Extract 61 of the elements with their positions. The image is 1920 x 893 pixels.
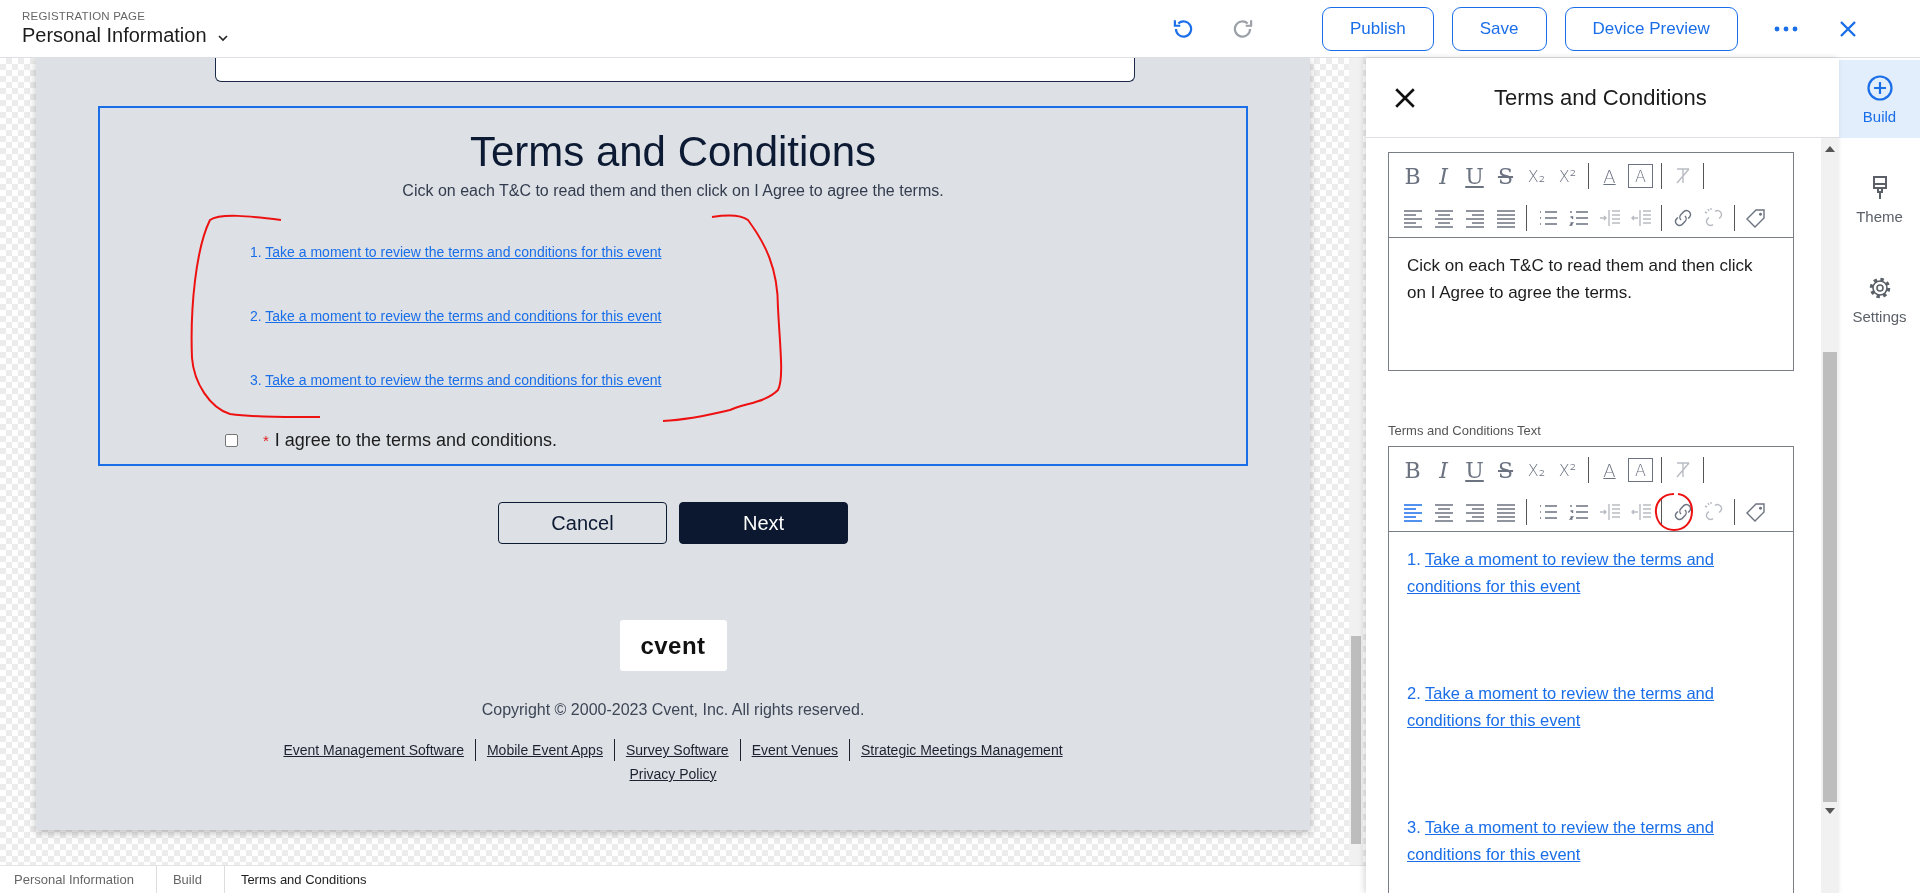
terms-link-item[interactable]: 2. Take a moment to review the terms and conditions for this event — [1407, 680, 1759, 734]
underline-button[interactable]: U — [1459, 455, 1490, 485]
breadcrumb-item[interactable]: Personal Information — [14, 866, 157, 893]
section-title: Terms and Conditions — [469, 128, 877, 176]
subscript-button[interactable]: X₂ — [1521, 455, 1552, 485]
footer-link[interactable]: Mobile Event Apps — [474, 739, 614, 761]
logo: cvent — [619, 620, 727, 671]
font-color-button[interactable]: A — [1594, 455, 1625, 485]
next-button[interactable]: Next — [679, 502, 848, 544]
page-selector[interactable]: Personal Information — [22, 24, 229, 47]
instruction-text: Cick on each T&C to read them and then click on I Agree to agree the terms. — [402, 182, 944, 200]
action-button[interactable]: Publish — [1322, 6, 1434, 51]
footer-link[interactable]: Strategic Meetings Management — [849, 739, 1074, 761]
cancel-button[interactable]: Cancel — [498, 502, 667, 544]
panel-title: Terms and Conditions — [1494, 84, 1707, 111]
terms-link-item[interactable]: 1. Take a moment to review the terms and conditions for this event — [1407, 546, 1759, 600]
scrollbar[interactable] — [1349, 58, 1363, 865]
italic-button[interactable]: I — [1428, 455, 1459, 485]
italic-button[interactable]: I — [1428, 161, 1459, 191]
bold-button[interactable]: B — [1397, 455, 1428, 485]
theme-tab[interactable]: Theme — [1839, 160, 1920, 238]
footer-link[interactable]: Event Venues — [739, 739, 850, 761]
underline-button[interactable]: U — [1459, 161, 1490, 191]
settings-tab[interactable]: Settings — [1839, 260, 1920, 338]
footer-link[interactable]: Event Management Software — [272, 739, 475, 761]
terms-link-item[interactable]: 2. Take a moment to review the terms and conditions for this event — [250, 308, 662, 324]
terms-link-item[interactable]: 3. Take a moment to review the terms and conditions for this event — [250, 372, 662, 388]
required-mark: * — [263, 432, 269, 449]
scroll-down-arrow-icon[interactable] — [1825, 808, 1835, 814]
plus-circle-icon — [1865, 73, 1894, 102]
build-tab[interactable]: Build — [1839, 60, 1920, 138]
font-color-button[interactable]: A — [1594, 161, 1625, 191]
close-button[interactable] — [1394, 86, 1416, 109]
field-label: Terms and Conditions Text — [1388, 423, 1542, 438]
page-type-label: REGISTRATION PAGE — [22, 10, 147, 22]
action-button[interactable]: Device Preview — [1564, 6, 1738, 51]
breadcrumb-item[interactable]: Build — [172, 866, 225, 893]
bold-button[interactable]: B — [1397, 161, 1428, 191]
strikethrough-button[interactable]: S — [1490, 455, 1521, 485]
scroll-up-arrow-icon[interactable] — [1825, 146, 1835, 152]
more-icon — [1773, 24, 1798, 33]
highlight-button[interactable]: A — [1625, 455, 1656, 485]
strikethrough-button[interactable]: S — [1490, 161, 1521, 191]
close-icon — [1394, 86, 1416, 109]
scrollbar[interactable] — [1821, 138, 1839, 893]
close-icon — [1837, 18, 1858, 39]
subscript-button[interactable]: X₂ — [1521, 161, 1552, 191]
superscript-button[interactable]: X² — [1552, 455, 1583, 485]
input-field[interactable] — [215, 58, 1135, 82]
editor-text[interactable]: Cick on each T&C to read them and then click on I Agree to agree the terms. — [1407, 252, 1759, 306]
terms-link-item[interactable]: 3. Take a moment to review the terms and conditions for this event — [1407, 814, 1759, 868]
action-button[interactable]: Save — [1451, 6, 1547, 51]
breadcrumb-item[interactable]: Terms and Conditions — [240, 866, 389, 893]
superscript-button[interactable]: X² — [1552, 161, 1583, 191]
agree-checkbox[interactable] — [225, 434, 238, 447]
footer-link[interactable]: Privacy Policy — [629, 766, 717, 782]
agree-label: I agree to the terms and conditions. — [274, 430, 557, 451]
terms-link-item[interactable]: 1. Take a moment to review the terms and conditions for this event — [250, 244, 662, 260]
footer-link[interactable]: Survey Software — [613, 739, 740, 761]
highlight-button[interactable]: A — [1625, 161, 1656, 191]
copyright-text: Copyright © 2000-2023 Cvent, Inc. All rights reserved. — [481, 701, 865, 719]
